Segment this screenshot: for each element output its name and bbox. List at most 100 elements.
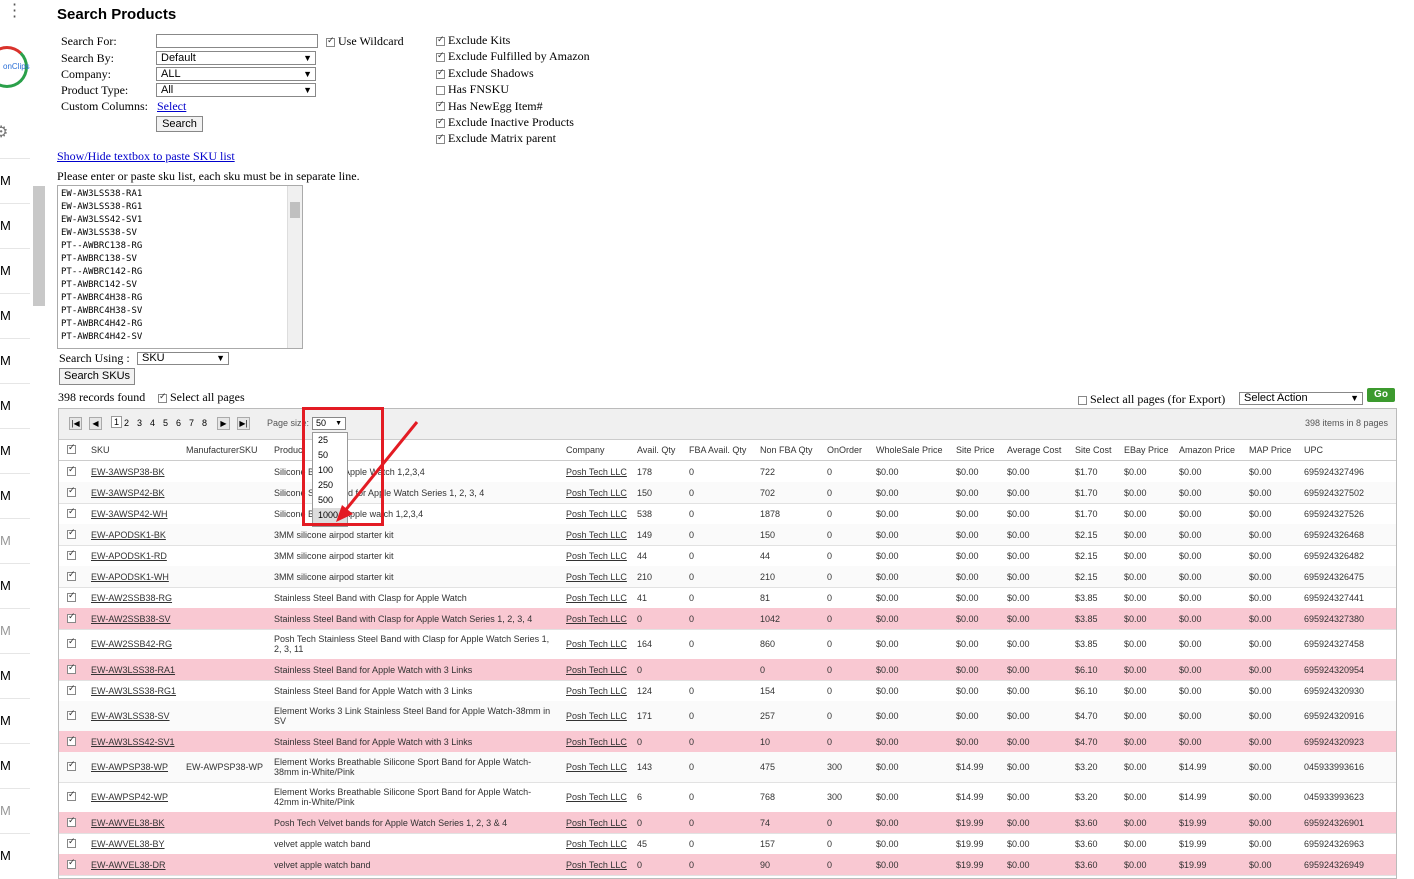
row-checkbox[interactable] [67,612,76,623]
cell-company[interactable]: Posh Tech LLC [566,639,627,649]
sidebar-menu-item[interactable]: M [0,788,30,833]
filter-checkbox[interactable] [436,51,445,63]
sidebar-menu-item[interactable]: M [0,653,30,698]
cell-sku[interactable]: EW-AW3LSS38-SV [91,711,170,721]
cell-company[interactable]: Posh Tech LLC [566,818,627,828]
cell-company[interactable]: Posh Tech LLC [566,839,627,849]
filter-option[interactable]: Exclude Shadows [436,66,534,81]
sidebar-menu-item[interactable]: M [0,563,30,608]
row-checkbox[interactable] [67,858,76,869]
sidebar-menu-item[interactable]: M [0,833,30,878]
brand-logo[interactable]: onClips [0,46,30,88]
sidebar-menu-item[interactable]: M [0,338,30,383]
sidebar-menu-item[interactable]: M [0,158,30,203]
column-header[interactable]: Amazon Price [1179,445,1235,455]
search-for-input[interactable] [156,34,318,48]
kebab-menu-icon[interactable]: · · · [12,0,20,25]
toggle-sku-textbox-link[interactable]: Show/Hide textbox to paste SKU list [57,149,235,164]
table-row[interactable]: EW-APODSK1-BK 3MM silicone airpod starter… [59,524,1396,546]
cell-sku[interactable]: EW-APODSK1-RD [91,551,167,561]
row-checkbox[interactable] [67,663,76,674]
filter-option[interactable]: Exclude Kits [436,33,510,48]
export-select-all-option[interactable]: Select all pages (for Export) [1078,392,1225,407]
cell-sku[interactable]: EW-AW2SSB38-RG [91,593,172,603]
column-header[interactable]: Company [566,445,605,455]
page-number-link[interactable]: 7 [189,418,194,428]
filter-option[interactable]: Exclude Fulfilled by Amazon [436,49,590,64]
column-header[interactable]: UPC [1304,445,1323,455]
cell-sku[interactable]: EW-3AWSP42-WH [91,509,168,519]
search-by-select[interactable]: Default ▼ [156,51,316,65]
column-header[interactable]: MAP Price [1249,445,1291,455]
sidebar-menu-item[interactable]: M [0,608,30,653]
filter-option[interactable]: Has NewEgg Item# [436,99,543,114]
table-row[interactable]: EW-AWVEL38-BY velvet apple watch band Posh… [59,833,1396,855]
table-row[interactable]: EW-APODSK1-RD 3MM silicone airpod starter… [59,545,1396,567]
prev-page-icon[interactable]: ◀ [89,417,102,430]
sku-list-textarea[interactable]: EW-AW3LSS38-RA1 EW-AW3LSS38-RG1 EW-AW3LSS4… [57,185,303,349]
cell-sku[interactable]: EW-AWVEL38-DR [91,860,166,870]
filter-checkbox[interactable] [436,85,445,95]
sidebar-menu-item[interactable]: M [0,293,30,338]
page-number-link[interactable]: 5 [163,418,168,428]
table-row[interactable]: EW-3AWSP42-WHSilicone Band for Apple wat… [59,503,1396,525]
page-scrollbar[interactable] [33,186,45,306]
sidebar-menu-item[interactable]: M [0,383,30,428]
page-number-link[interactable]: 2 [124,418,129,428]
row-checkbox[interactable] [67,735,76,746]
cell-sku[interactable]: EW-AW3LSS38-RA1 [91,665,175,675]
table-row[interactable]: EW-APODSK1-WH 3MM silicone airpod starter… [59,566,1396,588]
search-using-select[interactable]: SKU ▼ [137,352,229,365]
sidebar-menu-item[interactable]: M [0,743,30,788]
cell-company[interactable]: Posh Tech LLC [566,467,627,477]
table-row[interactable]: EW-AW3LSS38-RA1 Stainless Steel Band for … [59,659,1396,681]
column-header[interactable]: Site Cost [1075,445,1112,455]
use-wildcard-checkbox[interactable] [326,36,335,47]
cell-company[interactable]: Posh Tech LLC [566,614,627,624]
page-number-link[interactable]: 8 [202,418,207,428]
row-checkbox[interactable] [67,684,76,695]
column-header[interactable]: Site Price [956,445,995,455]
column-header[interactable]: EBay Price [1124,445,1169,455]
select-all-pages-checkbox[interactable] [158,392,167,403]
table-row[interactable]: EW-AWPSP38-WP EW-AWPSP38-WP Element Works … [59,752,1396,783]
cell-company[interactable]: Posh Tech LLC [566,860,627,870]
textarea-scrollbar[interactable] [287,186,302,348]
table-row[interactable]: EW-3AWSP38-BKSilicone Band for Apple Wat… [59,461,1396,483]
search-button[interactable]: Search [156,116,203,132]
row-checkbox[interactable] [67,549,76,560]
cell-sku[interactable]: EW-AW3LSS42-SV1 [91,737,175,747]
column-header[interactable]: FBA Avail. Qty [689,445,746,455]
column-header[interactable]: Average Cost [1007,445,1061,455]
custom-columns-select-link[interactable]: Select [157,99,186,114]
cell-company[interactable]: Posh Tech LLC [566,530,627,540]
row-checkbox[interactable] [67,528,76,539]
cell-company[interactable]: Posh Tech LLC [566,686,627,696]
page-number-link[interactable]: 6 [176,418,181,428]
filter-checkbox[interactable] [436,133,445,145]
cell-sku[interactable]: EW-AWVEL38-BY [91,839,165,849]
filter-checkbox[interactable] [436,68,445,79]
cell-sku[interactable]: EW-AW2SSB42-RG [91,639,172,649]
row-checkbox[interactable] [67,637,76,648]
column-header[interactable]: WholeSale Price [876,445,943,455]
use-wildcard-option[interactable]: Use Wildcard [326,34,404,49]
column-header[interactable]: SKU [91,445,110,455]
cell-sku[interactable]: EW-AW2SSB38-SV [91,614,171,624]
table-row[interactable]: EW-AWVEL38-BK Posh Tech Velvet bands for … [59,812,1396,834]
table-row[interactable]: EW-AW3LSS38-SV Element Works 3 Link Stain… [59,701,1396,732]
cell-company[interactable]: Posh Tech LLC [566,509,627,519]
cell-company[interactable]: Posh Tech LLC [566,572,627,582]
select-action-dropdown[interactable]: Select Action ▼ [1239,392,1363,405]
table-row[interactable]: EW-AW3LSS38-RG1 Stainless Steel Band for … [59,680,1396,702]
cell-sku[interactable]: EW-AWPSP42-WP [91,792,168,802]
row-checkbox[interactable] [67,507,76,518]
export-select-all-checkbox[interactable] [1078,395,1087,405]
cell-sku[interactable]: EW-AW3LSS38-RG1 [91,686,176,696]
row-checkbox[interactable] [67,709,76,720]
cell-company[interactable]: Posh Tech LLC [566,737,627,747]
first-page-icon[interactable]: |◀ [69,417,82,430]
row-checkbox[interactable] [67,790,76,801]
page-number-link[interactable]: 1 [111,416,123,428]
sidebar-menu-item[interactable]: M [0,203,30,248]
